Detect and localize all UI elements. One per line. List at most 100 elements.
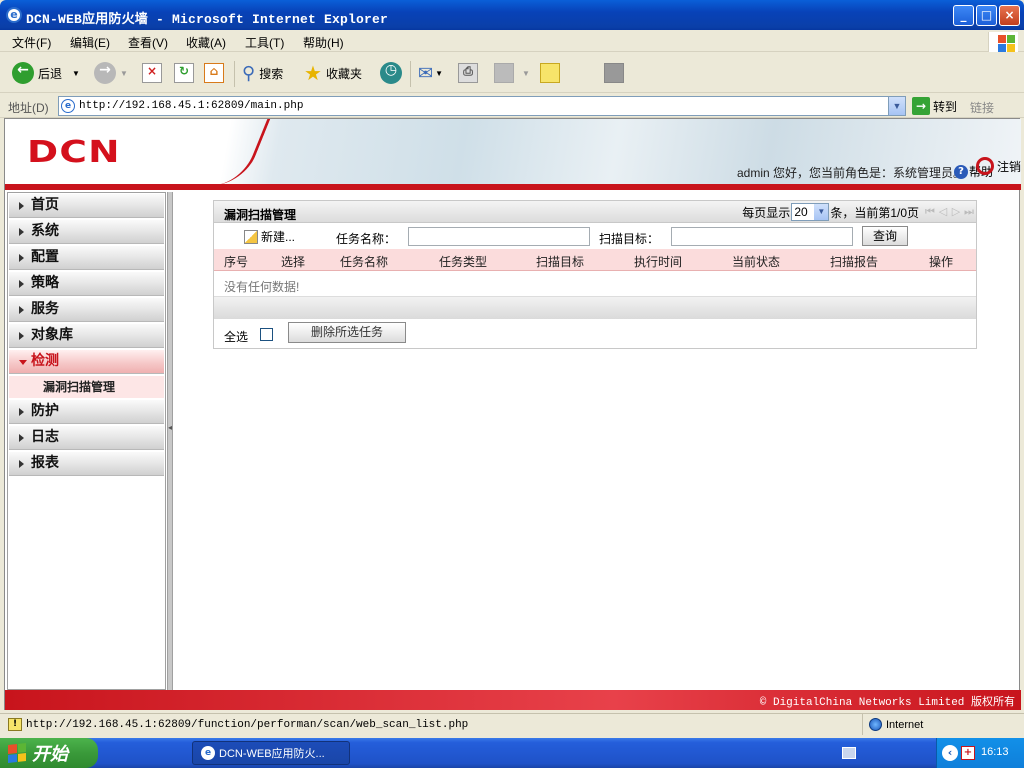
- sidebar-item-logs[interactable]: 日志: [9, 426, 164, 450]
- col-task-name: 任务名称: [340, 255, 389, 269]
- sidebar-item-label: 日志: [31, 429, 59, 445]
- print-icon: ⎙: [458, 63, 478, 83]
- logout-link[interactable]: 注销: [975, 157, 1021, 175]
- address-bar: 地址(D) e http://192.168.45.1:62809/main.p…: [0, 94, 1024, 118]
- sidebar-item-label: 配置: [31, 249, 59, 265]
- forward-dropdown-icon[interactable]: ▼: [120, 69, 128, 78]
- logout-label: 注销: [996, 159, 1021, 174]
- forward-button[interactable]: → ▼: [94, 61, 128, 85]
- history-icon: ◷: [380, 62, 402, 84]
- sidebar-item-protection[interactable]: 防护: [9, 400, 164, 424]
- messenger-button[interactable]: [604, 61, 624, 85]
- menu-edit[interactable]: 编辑(E): [70, 34, 110, 51]
- zone-label: Internet: [886, 718, 924, 731]
- menu-bar: 文件(F) 编辑(E) 查看(V) 收藏(A) 工具(T) 帮助(H): [0, 30, 1024, 52]
- ie-logo-icon: e: [6, 7, 22, 23]
- sidebar-item-label: 检测: [31, 353, 59, 369]
- sidebar-item-policy[interactable]: 策略: [9, 272, 164, 296]
- home-button[interactable]: ⌂: [204, 61, 224, 85]
- ie-task-icon: e: [201, 746, 215, 760]
- edit-dropdown-icon[interactable]: ▼: [522, 69, 530, 78]
- sidebar-item-objects[interactable]: 对象库: [9, 324, 164, 348]
- copyright-text: © DigitalChina Networks Limited 版权所有: [759, 697, 1015, 709]
- new-task-label: 新建...: [261, 230, 296, 244]
- refresh-button[interactable]: ↻: [174, 61, 194, 85]
- keyboard-icon[interactable]: [842, 747, 856, 759]
- first-page-icon[interactable]: ⏮: [925, 206, 935, 218]
- search-button[interactable]: ⚲ 搜索: [242, 61, 283, 85]
- query-button[interactable]: 查询: [862, 226, 908, 246]
- panel-title: 漏洞扫描管理: [224, 208, 297, 222]
- back-dropdown-icon[interactable]: ▼: [72, 69, 80, 78]
- start-button[interactable]: 开始: [0, 738, 98, 768]
- history-button[interactable]: ◷: [380, 61, 402, 85]
- select-all-checkbox[interactable]: [260, 328, 273, 341]
- sidebar-item-home[interactable]: 首页: [9, 194, 164, 218]
- sidebar-item-reports[interactable]: 报表: [9, 452, 164, 476]
- empty-row: 没有任何数据!: [214, 271, 976, 297]
- address-label: 地址(D): [8, 101, 49, 115]
- collapse-handle-icon[interactable]: ◂: [168, 420, 172, 436]
- menu-favorites[interactable]: 收藏(A): [186, 34, 226, 51]
- menu-file[interactable]: 文件(F): [12, 34, 51, 51]
- ie-window: e DCN-WEB应用防火墙 - Microsoft Internet Expl…: [0, 0, 1024, 738]
- tray-expand-icon[interactable]: ‹: [942, 745, 958, 761]
- sidebar-subitem-vuln-scan[interactable]: 漏洞扫描管理: [9, 376, 164, 398]
- scan-target-input[interactable]: [671, 227, 853, 246]
- toolbar-separator: [234, 61, 235, 87]
- edit-button[interactable]: ▼: [494, 61, 530, 85]
- tray-app-icon[interactable]: +: [961, 746, 975, 760]
- back-arrow-icon: ←: [12, 62, 34, 84]
- stop-button[interactable]: ×: [142, 61, 162, 85]
- sidebar-item-config[interactable]: 配置: [9, 246, 164, 270]
- sidebar-splitter[interactable]: ◂: [167, 192, 173, 690]
- go-button[interactable]: → 转到: [912, 97, 957, 115]
- sidebar-item-label: 对象库: [31, 327, 73, 343]
- edit-icon: [494, 63, 514, 83]
- address-input[interactable]: e http://192.168.45.1:62809/main.php ▼: [58, 96, 906, 116]
- expand-arrow-icon: [19, 202, 24, 210]
- page-viewport: DCN admin 您好，您当前角色是：系统管理员。 ? 帮助 注销 首页 系统…: [4, 118, 1021, 710]
- task-name-input[interactable]: [408, 227, 590, 246]
- col-report: 扫描报告: [830, 255, 879, 269]
- start-label: 开始: [32, 744, 68, 765]
- close-button[interactable]: ×: [999, 5, 1020, 26]
- go-label: 转到: [933, 99, 958, 114]
- menu-help[interactable]: 帮助(H): [303, 34, 344, 51]
- address-url[interactable]: http://192.168.45.1:62809/main.php: [79, 100, 303, 112]
- next-page-icon[interactable]: ▷: [951, 206, 961, 218]
- page-header: DCN admin 您好，您当前角色是：系统管理员。 ? 帮助 注销: [5, 119, 1021, 185]
- col-task-type: 任务类型: [439, 255, 488, 269]
- new-pencil-icon: [244, 229, 258, 244]
- sidebar-item-detection[interactable]: 检测: [9, 350, 164, 374]
- page-icon: e: [61, 99, 75, 113]
- print-button[interactable]: ⎙: [458, 61, 478, 85]
- delete-selected-button[interactable]: 删除所选任务: [288, 322, 406, 343]
- sidebar: 首页 系统 配置 策略 服务 对象库 检测 漏洞扫描管理 防护 日志 报表: [7, 192, 166, 690]
- minimize-button[interactable]: _: [953, 5, 974, 26]
- maximize-button[interactable]: □: [976, 5, 997, 26]
- mail-dropdown-icon[interactable]: ▼: [435, 69, 443, 78]
- sidebar-item-service[interactable]: 服务: [9, 298, 164, 322]
- new-task-button[interactable]: 新建...: [244, 228, 295, 245]
- taskbar-item-ie[interactable]: e DCN-WEB应用防火...: [192, 741, 350, 765]
- per-page-value: 20: [794, 205, 808, 219]
- links-button[interactable]: 链接: [970, 99, 994, 116]
- favorites-button[interactable]: ★ 收藏夹: [304, 61, 362, 85]
- per-page-select[interactable]: 20 ▼: [791, 203, 830, 221]
- header-divider: [5, 184, 1021, 190]
- back-button[interactable]: ← 后退 ▼: [12, 61, 80, 85]
- prev-page-icon[interactable]: ◁: [938, 206, 948, 218]
- menu-tools[interactable]: 工具(T): [245, 34, 284, 51]
- vuln-scan-panel: 漏洞扫描管理 每页显示 20 ▼ 条，当前第1/0页 ⏮ ◁ ▷ ⏭ 新建...…: [213, 200, 977, 349]
- menu-view[interactable]: 查看(V): [128, 34, 168, 51]
- notes-button[interactable]: [540, 61, 560, 85]
- window-title: DCN-WEB应用防火墙 - Microsoft Internet Explor…: [26, 12, 389, 27]
- sidebar-item-system[interactable]: 系统: [9, 220, 164, 244]
- refresh-icon: ↻: [174, 63, 194, 83]
- address-dropdown-icon[interactable]: ▼: [888, 97, 905, 115]
- windows-logo-icon: [8, 743, 26, 763]
- mail-button[interactable]: ✉ ▼: [418, 61, 443, 85]
- last-page-icon[interactable]: ⏭: [964, 206, 974, 218]
- messenger-icon: [604, 63, 624, 83]
